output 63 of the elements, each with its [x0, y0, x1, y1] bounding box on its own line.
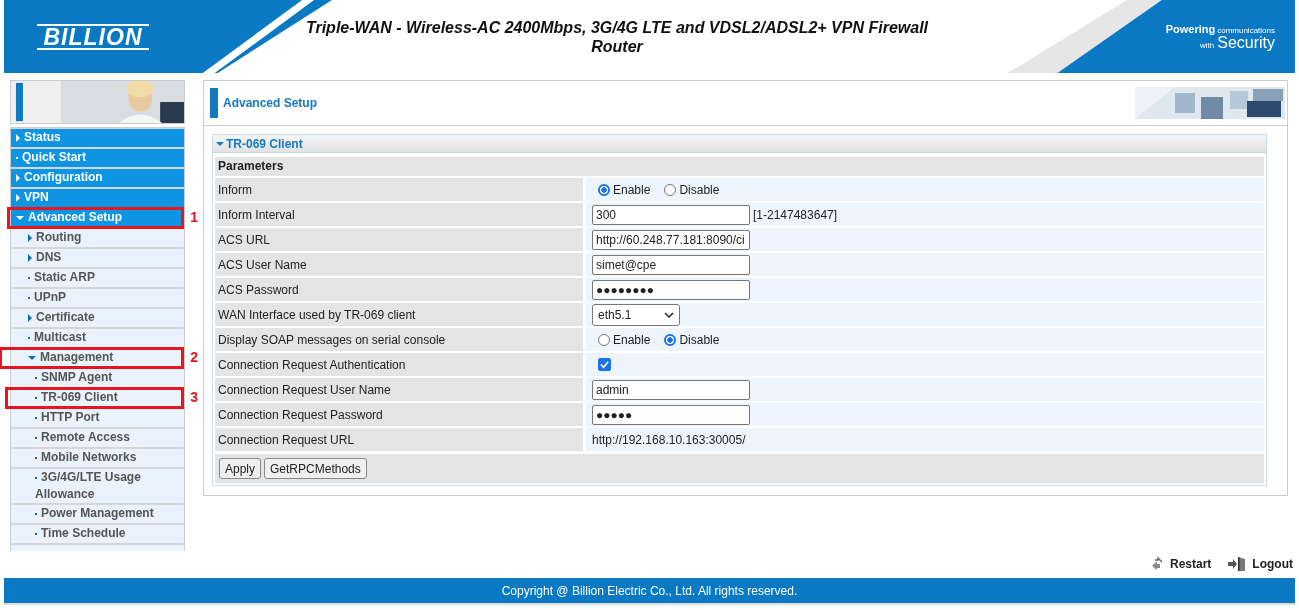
dropdown[interactable]: eth5.1 [592, 303, 680, 326]
field-label: WAN Interface used by TR-069 client [215, 303, 583, 326]
form-button[interactable]: Apply [219, 458, 262, 479]
slogan-text: Powering [1165, 22, 1216, 35]
menu-item[interactable]: Routing [11, 229, 184, 247]
chevron-icon [664, 311, 674, 318]
input-field[interactable]: ●●●●● [592, 404, 750, 425]
caret-icon [216, 141, 224, 146]
input-field[interactable]: ●●●●●●●● [592, 279, 750, 300]
callout-number: 3 [190, 389, 198, 405]
range-hint: [1-2147483647] [753, 207, 838, 222]
field-label: Connection Request Authentication [215, 353, 583, 376]
radio-button[interactable] [598, 333, 610, 346]
input-field[interactable]: admin [592, 379, 750, 400]
field-value: http://192.168.10.163:30005/ [592, 432, 746, 447]
field-label: Connection Request URL [215, 428, 583, 451]
field-label: Inform Interval [215, 203, 583, 226]
callout-number: 1 [190, 209, 198, 225]
field-label: ACS Password [215, 278, 583, 301]
input-field[interactable]: 300 [592, 204, 750, 225]
checkbox[interactable] [598, 358, 611, 371]
menu-item[interactable]: Certificate [11, 309, 184, 327]
field-label: ACS URL [215, 228, 583, 251]
input-field[interactable]: simet@cpe [592, 254, 750, 275]
slogan-text: Security [1217, 33, 1275, 51]
radio-label: Enable [613, 182, 651, 197]
callout-number: 2 [190, 349, 198, 365]
radio-button[interactable] [598, 183, 610, 196]
form-button[interactable]: GetRPCMethods [264, 458, 367, 479]
radio-button[interactable] [664, 333, 677, 346]
slogan-text: with [1199, 40, 1215, 50]
logo: BILLION [37, 23, 149, 50]
field-label: Connection Request User Name [215, 378, 583, 401]
group-header: Parameters [215, 157, 1264, 176]
menu-item[interactable]: HTTP Port [11, 409, 184, 427]
header-title: Triple-WAN - Wireless-AC 2400Mbps, 3G/4G LTE and VDSL2/ADSL2+ VPN Firewall Router [304, 17, 930, 56]
menu-item[interactable]: Remote Access [11, 429, 184, 447]
section-header[interactable]: TR-069 Client [213, 135, 1266, 153]
field-label: Display SOAP messages on serial console [215, 328, 583, 351]
radio-button[interactable] [664, 183, 677, 196]
menu-item[interactable]: Multicast [11, 329, 184, 347]
radio-label: Enable [613, 332, 651, 347]
accent-bar [210, 88, 218, 118]
menu-item[interactable]: Static ARP [11, 269, 184, 287]
slogan-text: communications [1217, 25, 1275, 35]
menu-item[interactable]: UPnP [11, 289, 184, 307]
menu-item[interactable]: SNMP Agent [11, 369, 184, 387]
field-label: ACS User Name [215, 253, 583, 276]
menu-item[interactable]: Power Management [11, 505, 184, 523]
field-label: Connection Request Password [215, 403, 583, 426]
copyright-text: Copyright @ Billion Electric Co., Ltd. All rights reserved. [501, 583, 798, 598]
radio-label: Disable [679, 332, 720, 347]
menu-item[interactable]: Time Schedule [11, 525, 184, 543]
input-field[interactable]: http://60.248.77.181:8090/ci [592, 229, 750, 250]
logout-link[interactable]: Logout [1227, 555, 1293, 572]
field-label: Inform [215, 178, 583, 201]
restart-link[interactable]: Restart [1149, 555, 1212, 572]
page-title: Advanced Setup [223, 96, 319, 110]
door-icon [1227, 555, 1248, 572]
radio-label: Disable [679, 182, 720, 197]
menu-item[interactable]: Mobile Networks [11, 449, 184, 467]
menu-item[interactable]: 3G/4G/LTE Usage Allowance [11, 469, 184, 503]
menu-item[interactable]: DNS [11, 249, 184, 267]
